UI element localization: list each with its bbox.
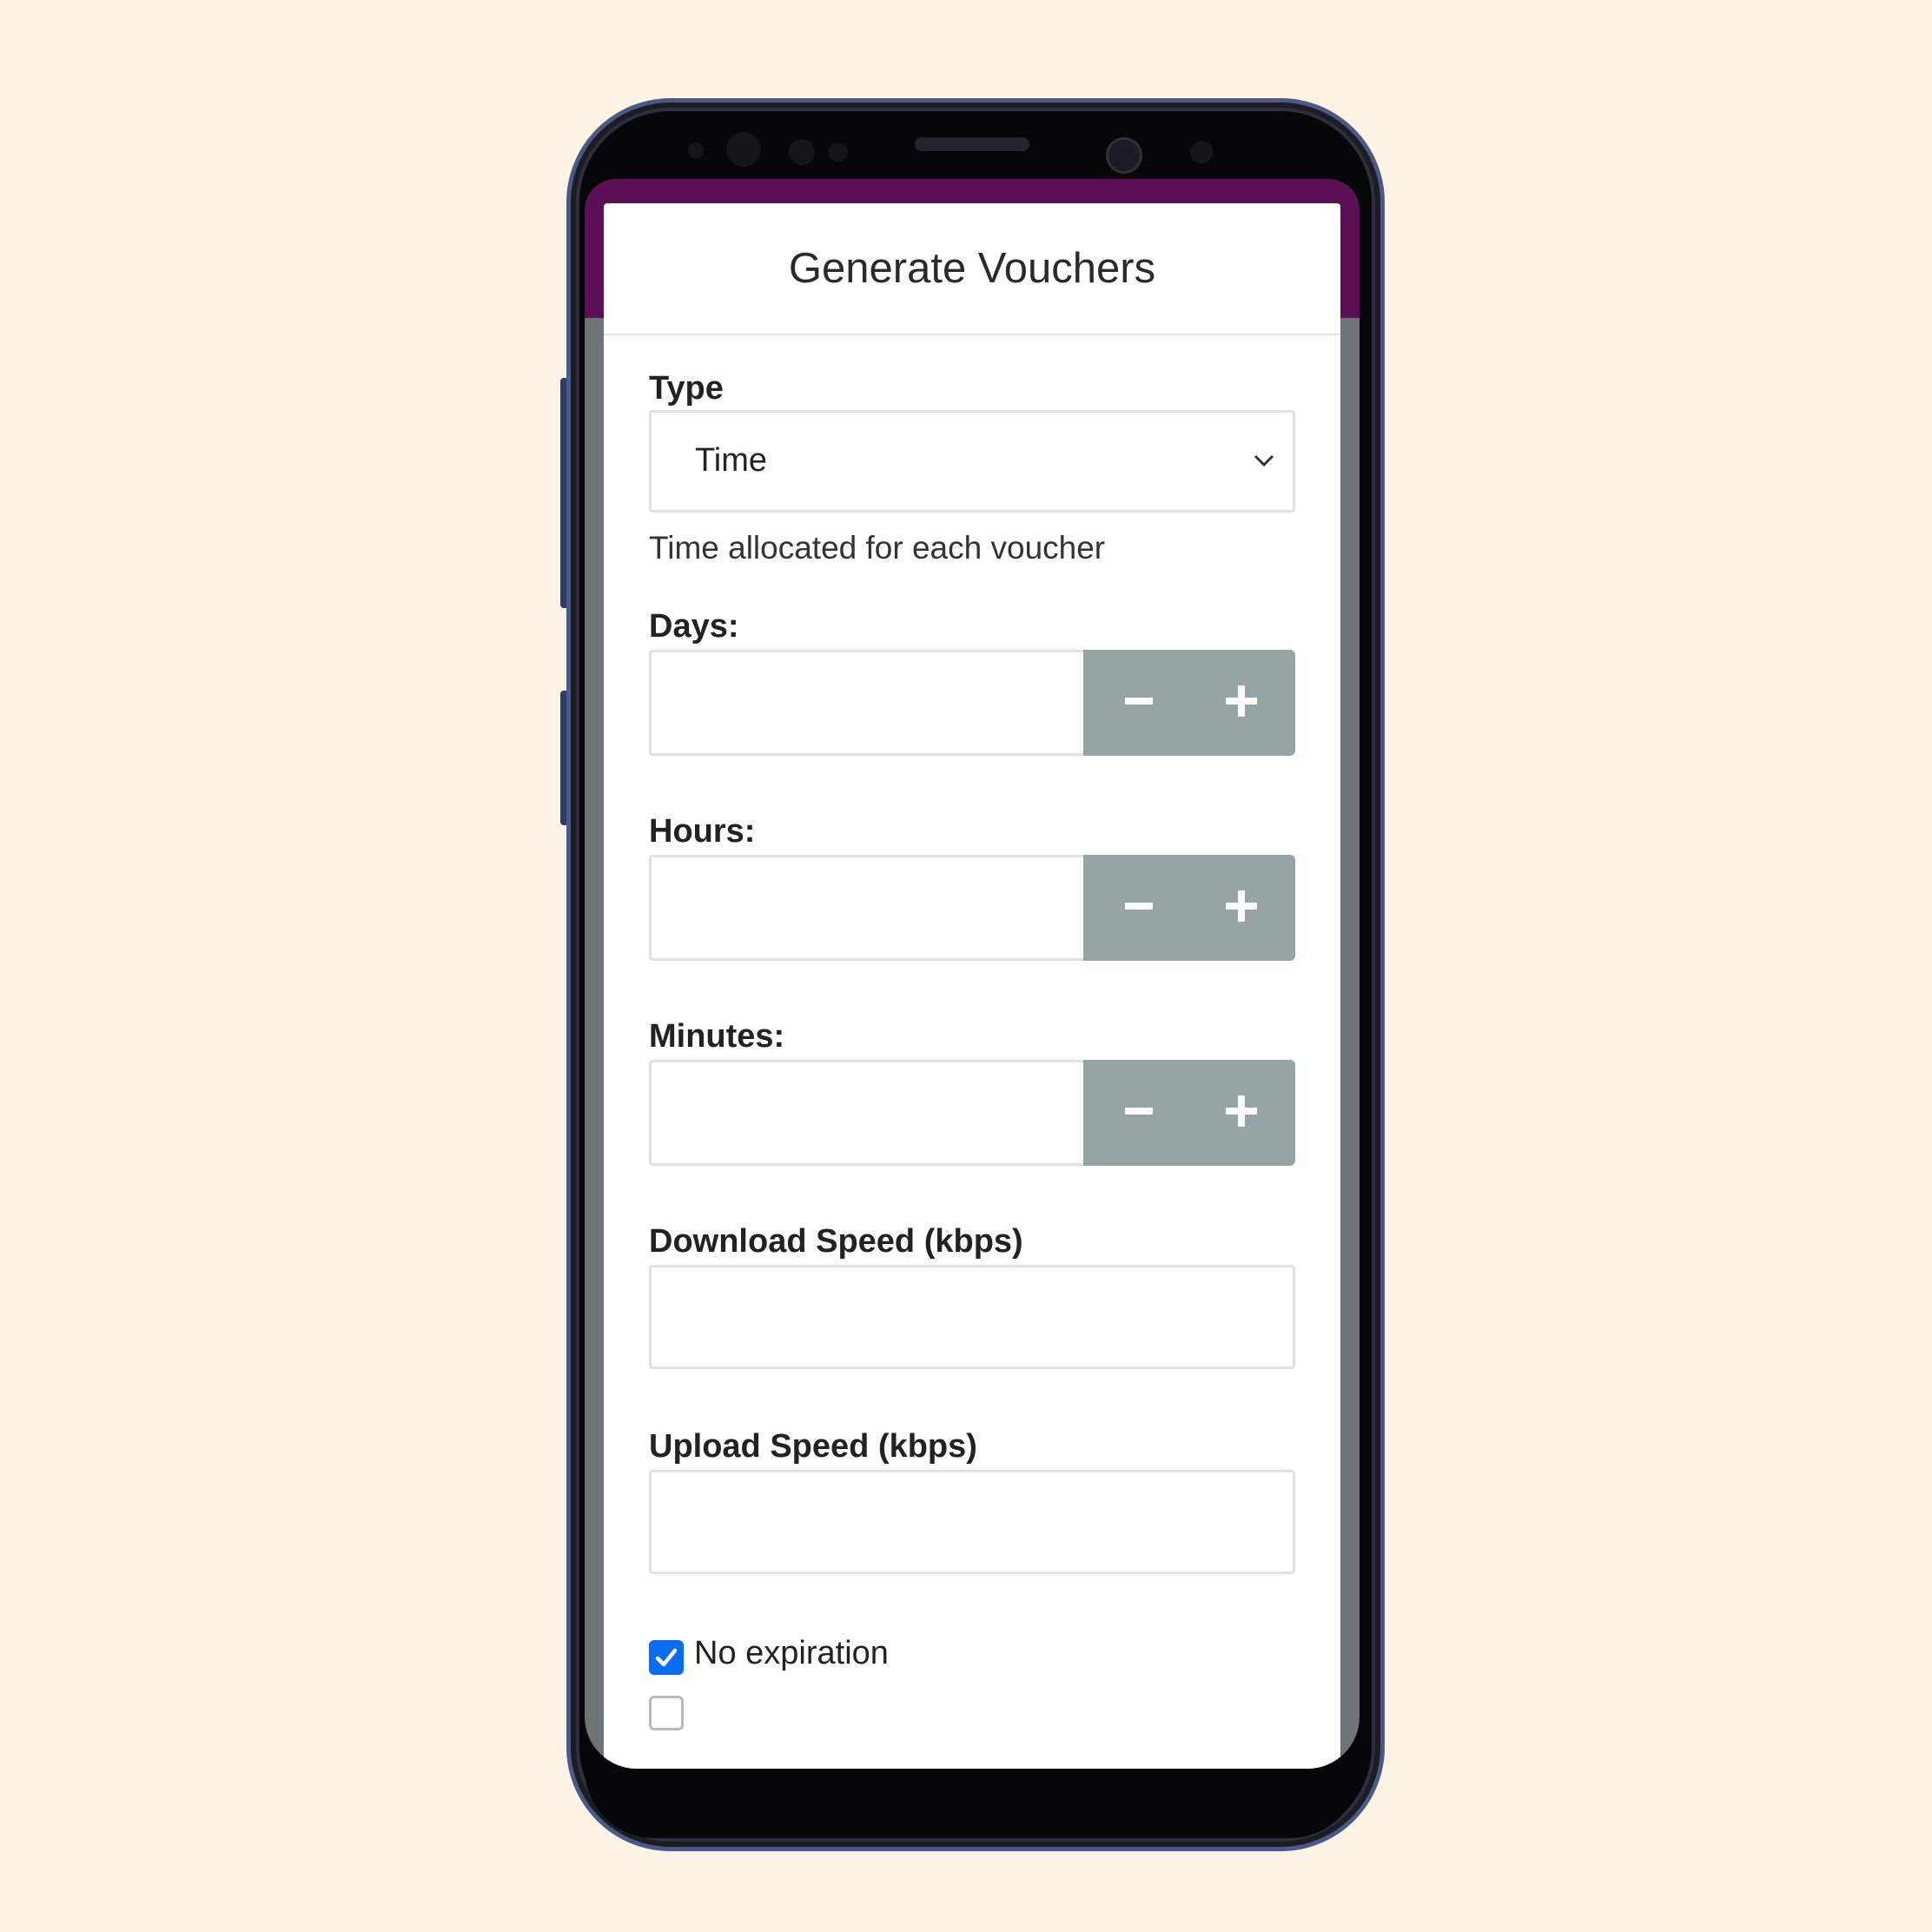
phone-sensor [789, 139, 815, 165]
download-speed-label: Download Speed (kbps) [649, 1223, 1023, 1260]
no-expiration-label: No expiration [694, 1635, 889, 1671]
days-stepper-buttons [1083, 650, 1295, 756]
days-input[interactable] [649, 650, 1083, 756]
chevron-down-icon [1254, 454, 1274, 467]
phone-screen: Generate Vouchers Type Time Time allocat… [585, 179, 1360, 1769]
minutes-input[interactable] [649, 1060, 1083, 1166]
modal-header: Generate Vouchers [604, 203, 1340, 335]
minus-icon[interactable] [1102, 855, 1172, 961]
minutes-label: Minutes: [649, 1018, 785, 1055]
hours-stepper-buttons [1083, 855, 1295, 961]
minus-icon[interactable] [1102, 650, 1172, 756]
phone-sensor [829, 142, 848, 162]
phone-speaker [915, 137, 1029, 151]
generate-vouchers-modal: Generate Vouchers Type Time Time allocat… [604, 203, 1340, 1769]
plus-icon[interactable] [1205, 855, 1274, 961]
hours-label: Hours: [649, 813, 756, 850]
front-camera [1106, 137, 1142, 174]
type-select-value: Time [695, 442, 768, 479]
download-speed-input[interactable] [649, 1265, 1295, 1369]
minus-icon[interactable] [1102, 1060, 1172, 1166]
upload-speed-label: Upload Speed (kbps) [649, 1428, 977, 1465]
hours-stepper [649, 855, 1295, 961]
days-stepper [649, 650, 1295, 756]
minutes-stepper [649, 1060, 1295, 1166]
time-help-text: Time allocated for each voucher [649, 530, 1106, 566]
plus-icon[interactable] [1205, 650, 1274, 756]
phone-sensor [1190, 141, 1213, 163]
phone-bottom-bezel [585, 1769, 1360, 1838]
no-expiration-checkbox[interactable] [649, 1640, 684, 1675]
type-select[interactable]: Time [649, 410, 1295, 513]
minutes-stepper-buttons [1083, 1060, 1295, 1166]
phone-sensor [688, 142, 704, 158]
upload-speed-input[interactable] [649, 1470, 1295, 1574]
plus-icon[interactable] [1205, 1060, 1274, 1166]
partially-visible-checkbox[interactable] [649, 1696, 684, 1730]
checkmark-icon [655, 1648, 678, 1667]
phone-sensor [726, 132, 761, 167]
type-label: Type [649, 370, 724, 407]
modal-title: Generate Vouchers [788, 245, 1156, 292]
days-label: Days: [649, 608, 739, 645]
hours-input[interactable] [649, 855, 1083, 961]
